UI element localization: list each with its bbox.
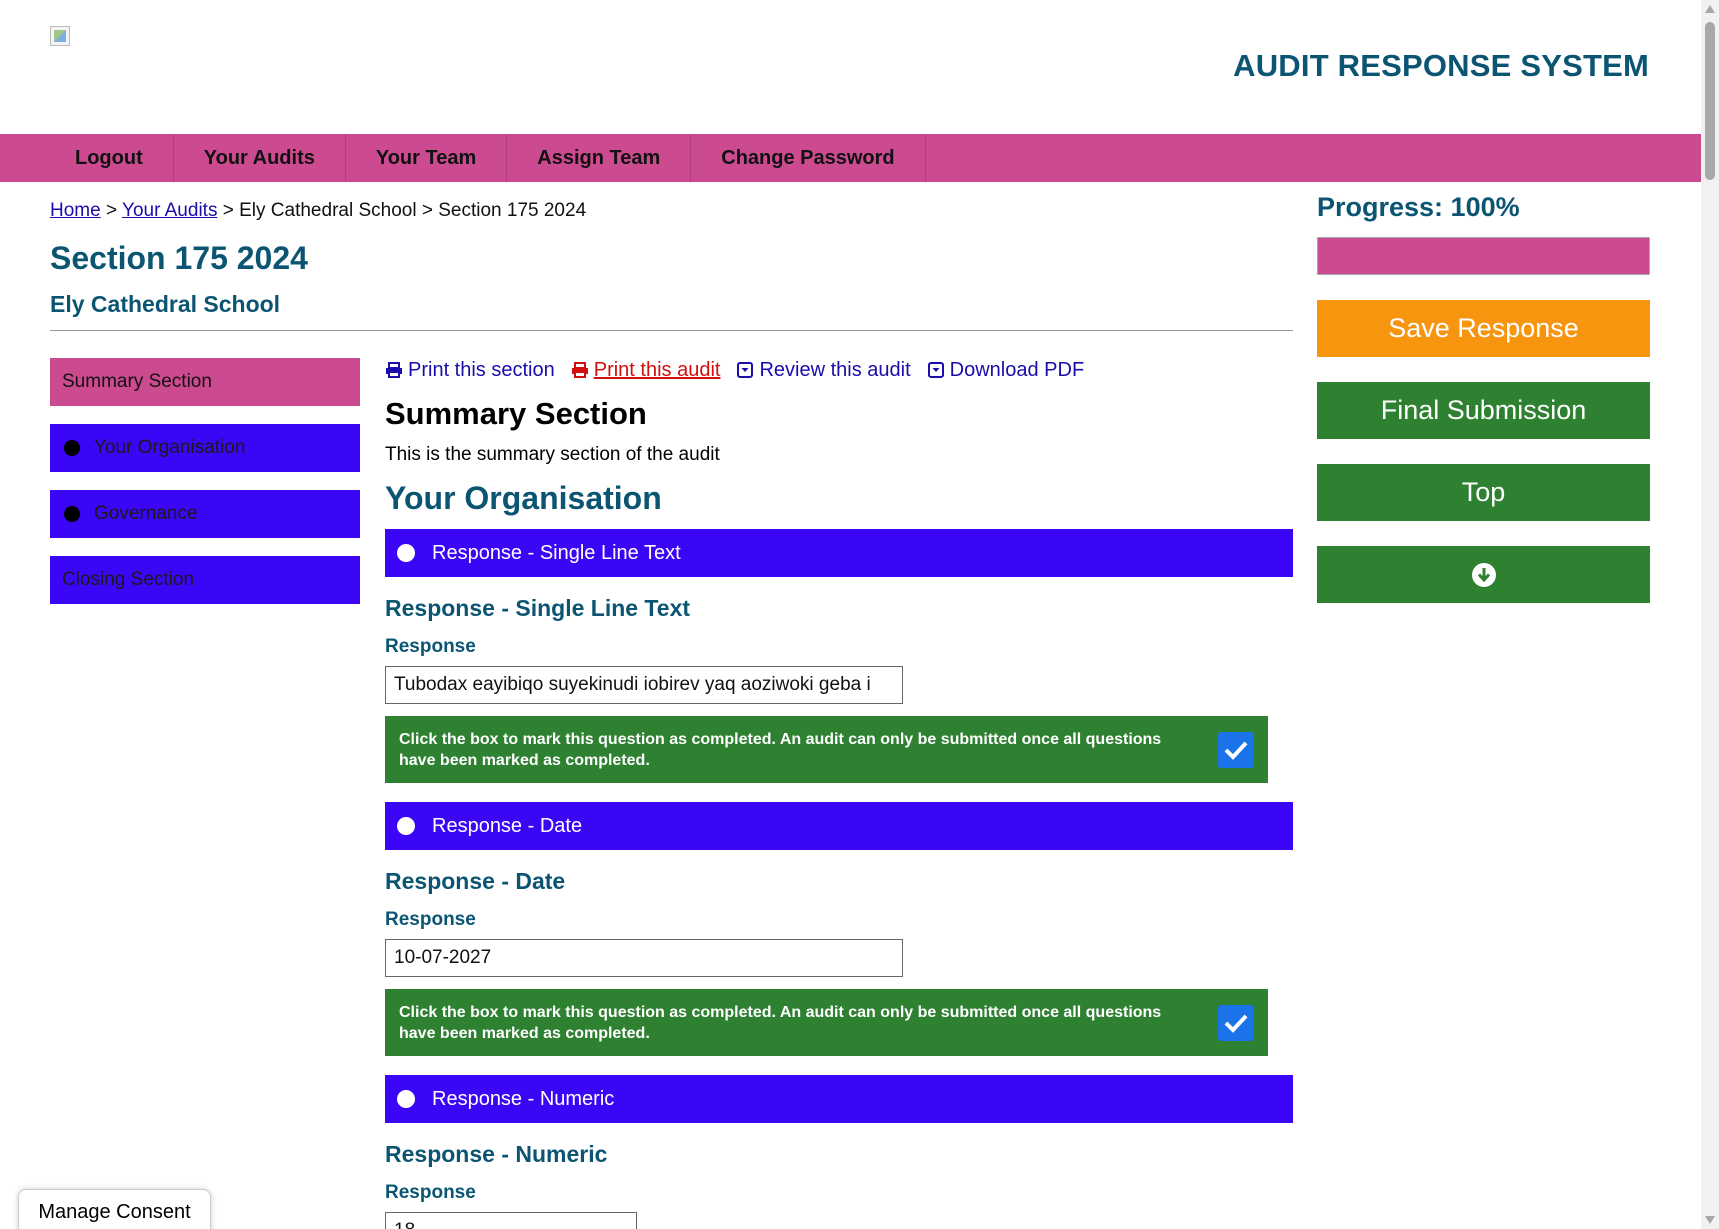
summary-section-description: This is the summary section of the audit: [385, 444, 720, 465]
progress-bar: [1317, 237, 1650, 275]
scroll-up-arrow-icon[interactable]: [1705, 5, 1715, 13]
scroll-down-arrow-icon[interactable]: [1705, 1216, 1715, 1224]
audit-tools: Print this section Print this audit Revi…: [385, 358, 1293, 382]
nav-change-password[interactable]: Change Password: [691, 134, 926, 182]
nav-your-audits[interactable]: Your Audits: [174, 134, 346, 182]
completed-checkbox[interactable]: [1218, 731, 1254, 768]
nav-your-team[interactable]: Your Team: [346, 134, 508, 182]
review-audit-link[interactable]: Review this audit: [736, 358, 911, 382]
breadcrumb: Home > Your Audits > Ely Cathedral Schoo…: [50, 200, 1293, 222]
completion-text: Click the box to mark this question as c…: [399, 1003, 1162, 1042]
sidebar-item-closing-section[interactable]: Closing Section: [50, 556, 360, 604]
download-pdf-label: Download PDF: [949, 358, 1085, 381]
scrollbar-thumb[interactable]: [1705, 22, 1715, 180]
final-submission-button[interactable]: Final Submission: [1317, 382, 1650, 439]
nav-logout[interactable]: Logout: [50, 134, 174, 182]
print-audit-label: Print this audit: [593, 358, 721, 381]
school-name: Ely Cathedral School: [50, 291, 281, 317]
question-bar[interactable]: Response - Date: [385, 802, 1293, 850]
question-bar-label: Response - Numeric: [432, 1087, 615, 1110]
response-label: Response: [385, 1182, 476, 1203]
main-navbar: Logout Your Audits Your Team Assign Team…: [0, 134, 1701, 182]
print-icon: [385, 362, 403, 378]
section-sidebar: Summary Section Your Organisation Govern…: [50, 358, 360, 622]
print-audit-link[interactable]: Print this audit: [571, 358, 721, 382]
logo-image[interactable]: [50, 26, 70, 46]
review-audit-label: Review this audit: [759, 358, 911, 381]
sidebar-item-your-organisation[interactable]: Your Organisation: [50, 424, 360, 472]
check-icon: [1224, 1014, 1248, 1033]
status-dot-icon: [64, 506, 80, 522]
completion-box: Click the box to mark this question as c…: [385, 989, 1268, 1056]
print-icon: [571, 362, 589, 378]
check-icon: [1224, 741, 1248, 760]
status-dot-icon: [397, 1090, 415, 1108]
sidebar-item-governance[interactable]: Governance: [50, 490, 360, 538]
divider: [50, 330, 1293, 331]
breadcrumb-separator: >: [421, 200, 433, 221]
nav-assign-team[interactable]: Assign Team: [507, 134, 692, 182]
sidebar-item-label: Your Organisation: [94, 437, 246, 458]
question-bar-label: Response - Single Line Text: [432, 541, 681, 564]
page-title: Section 175 2024: [50, 240, 308, 276]
progress-bar-fill: [1318, 238, 1649, 274]
sidebar-item-label: Closing Section: [62, 569, 195, 590]
response-date-input[interactable]: [385, 939, 903, 977]
question-title: Response - Single Line Text: [385, 595, 691, 621]
breadcrumb-separator: >: [105, 200, 118, 221]
summary-section-title: Summary Section: [385, 396, 647, 431]
caret-square-down-icon: [736, 362, 754, 378]
action-panel: Progress: 100% Save Response Final Submi…: [1317, 182, 1650, 603]
breadcrumb-your-audits-link[interactable]: Your Audits: [122, 200, 217, 221]
breadcrumb-home-link[interactable]: Home: [50, 200, 101, 221]
status-dot-icon: [397, 544, 415, 562]
status-dot-icon: [397, 817, 415, 835]
audit-content: Print this section Print this audit Revi…: [385, 358, 1293, 1229]
response-label: Response: [385, 909, 476, 930]
progress-label: Progress: 100%: [1317, 192, 1520, 222]
print-section-link[interactable]: Print this section: [385, 359, 555, 382]
sidebar-item-label: Summary Section: [62, 371, 212, 392]
site-title: AUDIT RESPONSE SYSTEM: [1233, 48, 1649, 83]
completed-checkbox[interactable]: [1218, 1004, 1254, 1041]
print-section-label: Print this section: [408, 358, 555, 381]
question-title: Response - Date: [385, 868, 566, 894]
save-response-button[interactable]: Save Response: [1317, 300, 1650, 357]
completion-text: Click the box to mark this question as c…: [399, 730, 1162, 769]
top-button[interactable]: Top: [1317, 464, 1650, 521]
page-scrollbar[interactable]: [1701, 0, 1719, 1229]
sidebar-item-summary-section[interactable]: Summary Section: [50, 358, 360, 406]
page-header: AUDIT RESPONSE SYSTEM: [0, 0, 1719, 134]
sidebar-item-label: Governance: [94, 503, 198, 524]
status-dot-icon: [64, 440, 80, 456]
question-bar[interactable]: Response - Single Line Text: [385, 529, 1293, 577]
breadcrumb-section: Section 175 2024: [438, 200, 587, 221]
caret-square-down-icon: [927, 362, 945, 378]
main-area: Home > Your Audits > Ely Cathedral Schoo…: [50, 182, 1293, 1229]
question-bar-label: Response - Date: [432, 814, 583, 837]
scroll-down-button[interactable]: [1317, 546, 1650, 603]
response-label: Response: [385, 636, 476, 657]
manage-consent-button[interactable]: Manage Consent: [18, 1189, 211, 1229]
organisation-section-title: Your Organisation: [385, 480, 662, 516]
question-bar[interactable]: Response - Numeric: [385, 1075, 1293, 1123]
question-title: Response - Numeric: [385, 1141, 608, 1167]
arrow-circle-down-icon: [1471, 562, 1496, 587]
completion-box: Click the box to mark this question as c…: [385, 716, 1268, 783]
response-numeric-input[interactable]: [385, 1212, 637, 1229]
breadcrumb-school: Ely Cathedral School: [239, 200, 417, 221]
download-pdf-link[interactable]: Download PDF: [927, 358, 1085, 382]
breadcrumb-separator: >: [222, 200, 234, 221]
response-text-input[interactable]: [385, 666, 903, 704]
